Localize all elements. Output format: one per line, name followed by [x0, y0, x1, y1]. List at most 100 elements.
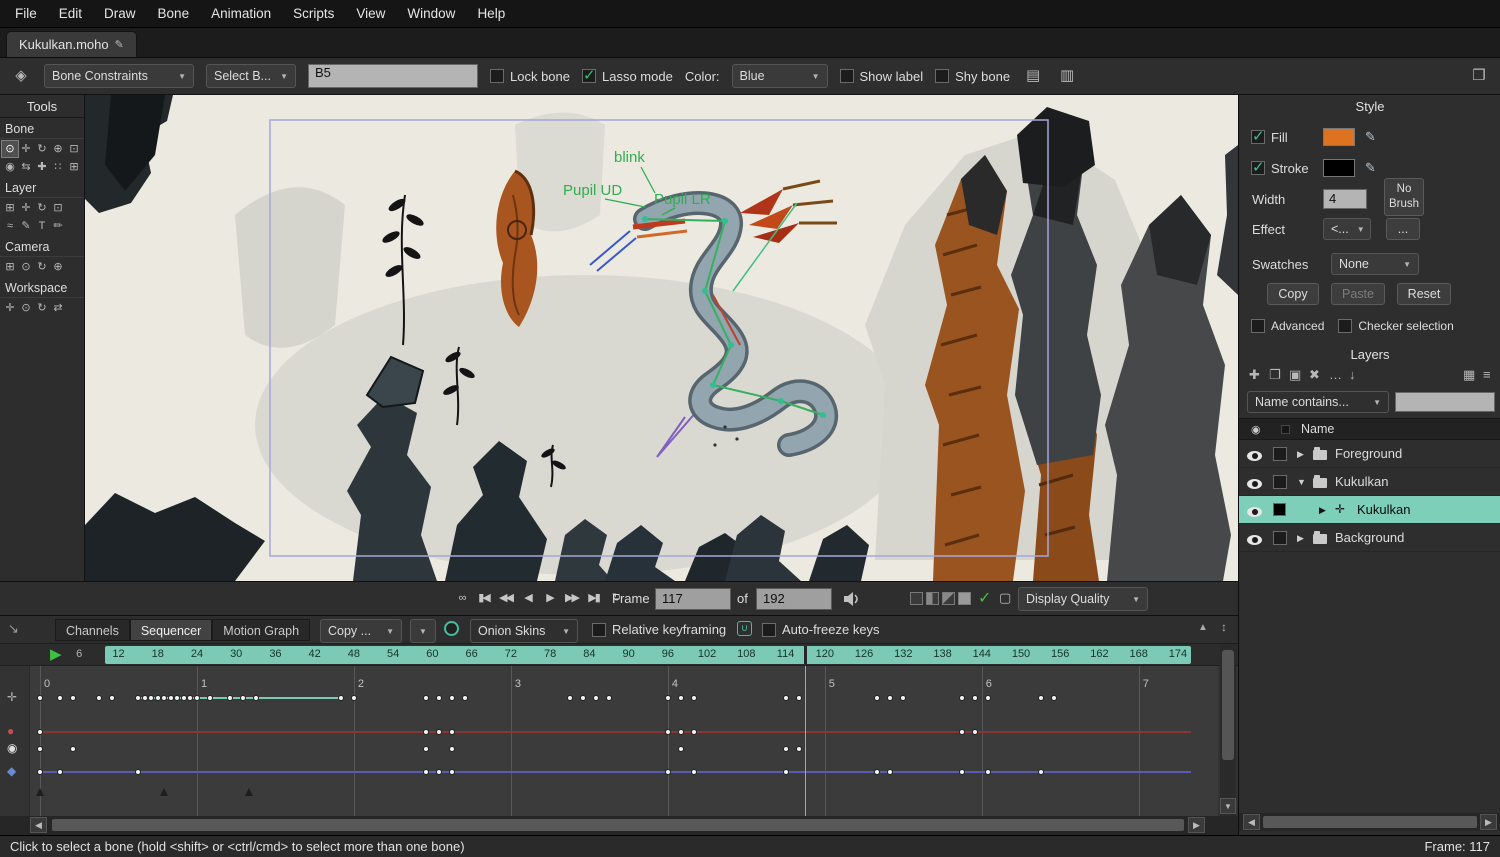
lock-bone-checkbox-box[interactable] [490, 69, 504, 83]
layer-row-kukulkan[interactable]: ▶✛Kukulkan [1239, 496, 1500, 524]
auto-freeze-keys-checkbox[interactable]: Auto-freeze keys [762, 622, 880, 637]
keyframe-dot[interactable] [148, 695, 154, 701]
draw-shape-icon[interactable]: ✎ [18, 218, 34, 234]
keyframe-dot[interactable] [1038, 695, 1044, 701]
menu-animation[interactable]: Animation [200, 0, 282, 28]
keyframe-dot[interactable] [161, 695, 167, 701]
next-keyframe-icon[interactable]: ▶▶ [562, 588, 581, 608]
keyframe-dot[interactable] [423, 729, 429, 735]
manipulate-bones-icon[interactable]: ✚ [34, 159, 50, 175]
keyframe-dot[interactable] [449, 769, 455, 775]
layer-row-foreground[interactable]: ▶Foreground [1239, 440, 1500, 468]
relative-keyframing-checkbox-box[interactable] [592, 623, 606, 637]
layer-visibility-toggle[interactable] [1247, 449, 1262, 464]
keyframe-dot[interactable] [37, 695, 43, 701]
effect-more-button[interactable]: ... [1386, 218, 1420, 240]
keyframe-dot[interactable] [972, 695, 978, 701]
scroll-left-arrow[interactable]: ◀ [1243, 814, 1260, 830]
menu-view[interactable]: View [345, 0, 396, 28]
layer-checkbox[interactable] [1273, 475, 1287, 489]
loop-playback-icon[interactable]: ∞ [452, 588, 471, 608]
keyframe-dot[interactable] [678, 729, 684, 735]
bind-layer-icon[interactable]: ⊞ [66, 159, 82, 175]
eyedropper-icon[interactable]: ✏ [50, 218, 66, 234]
advanced-checkbox[interactable] [1251, 319, 1265, 333]
keyframe-dot[interactable] [678, 695, 684, 701]
reference-book-icon[interactable]: ❒ [1468, 65, 1490, 87]
keyframe-dot[interactable] [874, 769, 880, 775]
rotate-workspace-icon[interactable]: ↻ [34, 300, 50, 316]
keyframe-dot[interactable] [462, 695, 468, 701]
keyframe-dot[interactable] [436, 729, 442, 735]
layer-visibility-toggle[interactable] [1247, 533, 1262, 548]
timeline-ruler[interactable]: ▶ 61218243036424854606672788490961021081… [0, 644, 1238, 666]
fill-color-swatch[interactable] [1323, 128, 1355, 146]
layer-expand-arrow[interactable]: ▼ [1297, 477, 1306, 487]
keyframe-dot[interactable] [1051, 695, 1057, 701]
onion-skins-dropdown[interactable]: Onion Skins ▼ [470, 619, 578, 643]
pane-resize-icon[interactable]: ↘ [8, 621, 19, 637]
keyframe-dot[interactable] [135, 769, 141, 775]
keyframe-dot[interactable] [796, 695, 802, 701]
keyframe-dot[interactable] [351, 695, 357, 701]
keyframe-dot[interactable] [691, 729, 697, 735]
select-layer-icon[interactable]: ⊞ [2, 200, 18, 216]
keyframe-dot[interactable] [70, 746, 76, 752]
layer-row-background[interactable]: ▶Background [1239, 524, 1500, 552]
keyframe-dot[interactable] [874, 695, 880, 701]
rotate-bone-icon[interactable]: ↻ [34, 141, 50, 157]
go-to-end-icon[interactable]: ▶▮ [584, 588, 603, 608]
reparent-bone-icon[interactable]: ⇆ [18, 159, 34, 175]
keyframe-dot[interactable] [567, 695, 573, 701]
group-layer-icon[interactable]: ▣ [1289, 367, 1301, 383]
keyframe-dot[interactable] [972, 729, 978, 735]
menu-edit[interactable]: Edit [48, 0, 93, 28]
shy-bone-checkbox-box[interactable] [935, 69, 949, 83]
shy-bone-checkbox[interactable]: Shy bone [935, 69, 1010, 84]
display-quality-dropdown[interactable]: Display Quality ▼ [1018, 587, 1148, 611]
layer-expand-arrow[interactable]: ▶ [1319, 505, 1326, 516]
layer-filter-input[interactable] [1395, 392, 1495, 412]
layer-list-icon[interactable]: ≡ [1483, 367, 1491, 382]
auto-freeze-keys-checkbox-box[interactable] [762, 623, 776, 637]
layer-expand-arrow[interactable]: ▶ [1297, 533, 1304, 544]
timeline-tab-motion-graph[interactable]: Motion Graph [212, 619, 310, 641]
play-icon[interactable]: ▶ [540, 588, 559, 608]
resize-tracks-icon[interactable]: ↕ [1221, 620, 1227, 634]
zoom-camera-icon[interactable]: ⊙ [18, 259, 34, 275]
collapse-tracks-icon[interactable]: ▲ [1198, 622, 1208, 633]
copy-style-button[interactable]: Copy [1267, 283, 1319, 305]
more-layer-options-icon[interactable]: … [1329, 367, 1342, 382]
show-label-checkbox[interactable]: Show label [840, 69, 924, 84]
current-frame-marker[interactable] [804, 646, 807, 664]
keyframe-dot[interactable] [109, 695, 115, 701]
delete-layer-icon[interactable]: ✖ [1309, 367, 1320, 383]
layer-row-kukulkan[interactable]: ▼Kukulkan [1239, 468, 1500, 496]
keyframe-dot[interactable] [691, 695, 697, 701]
bone-name-input[interactable]: B5 [308, 64, 478, 88]
timeline-tab-sequencer[interactable]: Sequencer [130, 619, 212, 641]
keyframe-dot[interactable] [436, 769, 442, 775]
go-to-start-icon[interactable]: ▮◀ [474, 588, 493, 608]
bone-tools-icon[interactable]: ◈ [10, 65, 32, 87]
keyframe-marker[interactable] [245, 788, 253, 796]
menu-bone[interactable]: Bone [147, 0, 201, 28]
keyframe-dot[interactable] [783, 695, 789, 701]
stroke-checkbox[interactable] [1251, 161, 1265, 175]
keyframe-marker[interactable] [36, 788, 44, 796]
fill-checkbox[interactable] [1251, 130, 1265, 144]
timeline-tab-channels[interactable]: Channels [55, 619, 130, 641]
layer-comps-icon[interactable]: ↓ [1349, 367, 1356, 382]
step-back-icon[interactable]: ◀ [518, 588, 537, 608]
new-layer-icon[interactable]: ✚ [1249, 367, 1260, 383]
layer-settings-icon[interactable]: ▦ [1463, 367, 1475, 383]
proxy-toggle-icon[interactable]: ▢ [999, 590, 1011, 606]
quality-wireframe-icon[interactable] [910, 592, 923, 605]
bone-frame-option-icon[interactable]: ▤ [1022, 65, 1044, 87]
relative-keyframing-checkbox[interactable]: Relative keyframing [592, 622, 726, 637]
layer-expand-arrow[interactable]: ▶ [1297, 449, 1304, 460]
follow-path-icon[interactable]: ≈ [2, 218, 18, 234]
keyframe-dot[interactable] [207, 695, 213, 701]
layers-horizontal-scrollbar[interactable]: ◀ ▶ [1239, 813, 1500, 831]
relative-keyframe-indicator-icon[interactable]: ∪ [737, 621, 752, 636]
